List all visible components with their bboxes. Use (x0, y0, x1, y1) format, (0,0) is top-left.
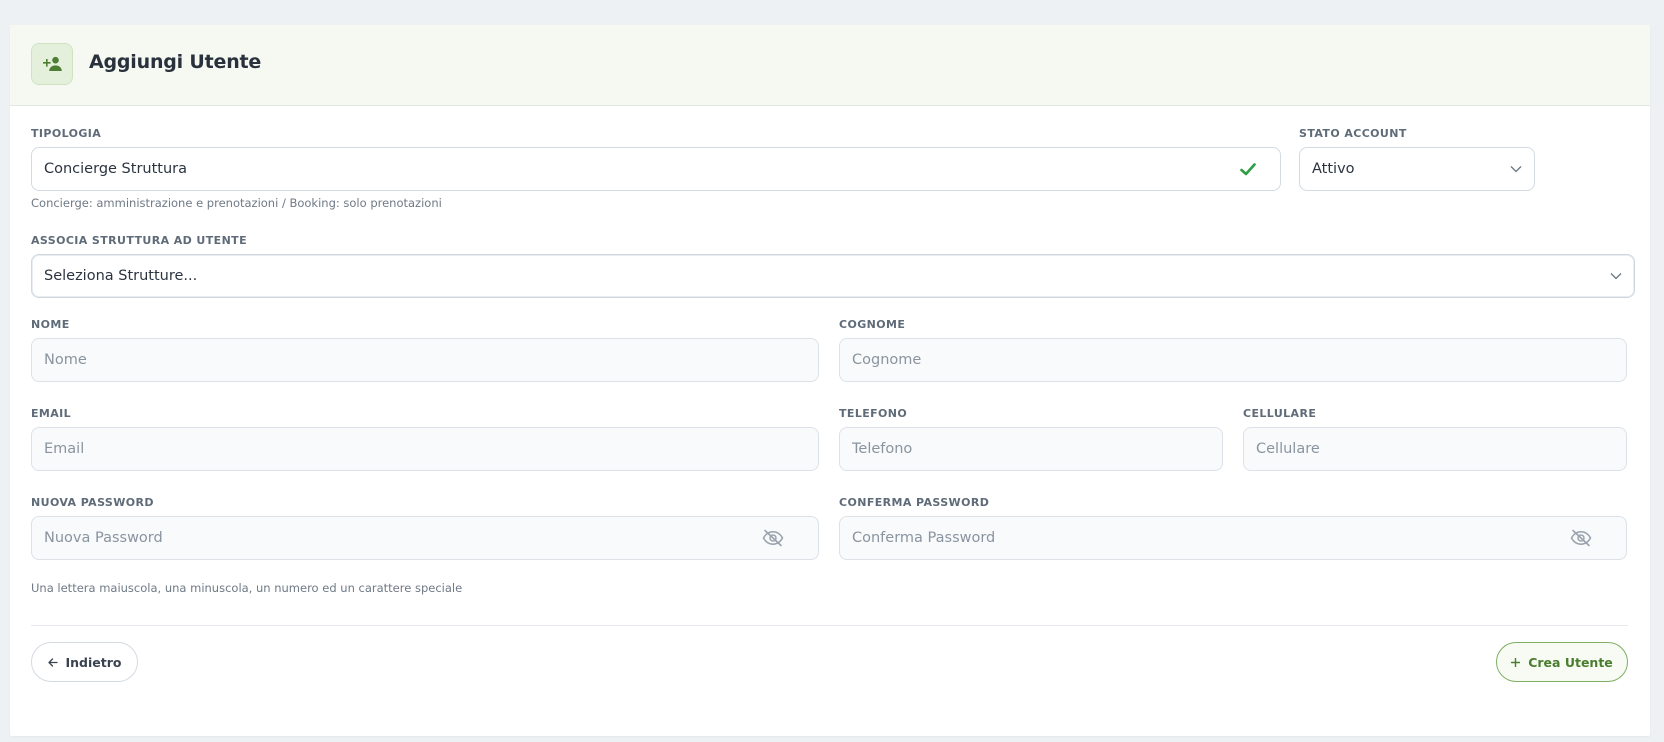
conferma-password-input[interactable]: Conferma Password (839, 516, 1627, 560)
email-placeholder: Email (44, 441, 85, 457)
tipologia-label: TIPOLOGIA (31, 127, 102, 140)
check-icon (1240, 162, 1256, 176)
telefono-input[interactable]: Telefono (839, 427, 1223, 471)
telefono-placeholder: Telefono (852, 441, 913, 457)
chevron-down-icon (1510, 165, 1522, 173)
back-button[interactable]: Indietro (31, 642, 138, 682)
stato-account-label: STATO ACCOUNT (1299, 127, 1407, 140)
password-hint: Una lettera maiuscola, una minuscola, un… (31, 581, 463, 595)
eye-off-icon[interactable] (1570, 529, 1592, 547)
strutture-multiselect[interactable]: Seleziona Strutture... (31, 254, 1635, 298)
arrow-left-icon (47, 657, 58, 667)
nome-label: NOME (31, 318, 70, 331)
cellulare-label: CELLULARE (1243, 407, 1317, 420)
card-header: Aggiungi Utente (10, 25, 1650, 106)
conferma-password-label: CONFERMA PASSWORD (839, 496, 990, 509)
nome-placeholder: Nome (44, 352, 87, 368)
nuova-password-placeholder: Nuova Password (44, 530, 163, 546)
page-title: Aggiungi Utente (89, 51, 262, 73)
stato-account-select[interactable]: Attivo (1299, 147, 1535, 191)
eye-off-icon[interactable] (762, 529, 784, 547)
cellulare-input[interactable]: Cellulare (1243, 427, 1627, 471)
form-divider (31, 625, 1628, 626)
email-label: EMAIL (31, 407, 72, 420)
nuova-password-input[interactable]: Nuova Password (31, 516, 819, 560)
strutture-label: ASSOCIA STRUTTURA AD UTENTE (31, 234, 248, 247)
cellulare-placeholder: Cellulare (1256, 441, 1320, 457)
telefono-label: TELEFONO (839, 407, 908, 420)
cognome-label: COGNOME (839, 318, 906, 331)
stato-account-value: Attivo (1312, 161, 1355, 177)
chevron-down-icon (1610, 272, 1622, 280)
person-add-icon (31, 43, 73, 85)
cognome-placeholder: Cognome (852, 352, 922, 368)
email-input[interactable]: Email (31, 427, 819, 471)
cognome-input[interactable]: Cognome (839, 338, 1627, 382)
tipologia-hint: Concierge: amministrazione e prenotazion… (31, 196, 442, 210)
plus-icon (1511, 657, 1521, 667)
conferma-password-placeholder: Conferma Password (852, 530, 996, 546)
nome-input[interactable]: Nome (31, 338, 819, 382)
create-user-button[interactable]: Crea Utente (1496, 642, 1628, 682)
add-user-card: Aggiungi Utente TIPOLOGIA Concierge Stru… (10, 25, 1650, 736)
back-button-label: Indietro (65, 654, 122, 670)
nuova-password-label: NUOVA PASSWORD (31, 496, 154, 509)
strutture-placeholder: Seleziona Strutture... (44, 268, 198, 284)
tipologia-select[interactable]: Concierge Struttura (31, 147, 1281, 191)
create-user-button-label: Crea Utente (1528, 654, 1613, 670)
tipologia-value: Concierge Struttura (44, 161, 187, 177)
